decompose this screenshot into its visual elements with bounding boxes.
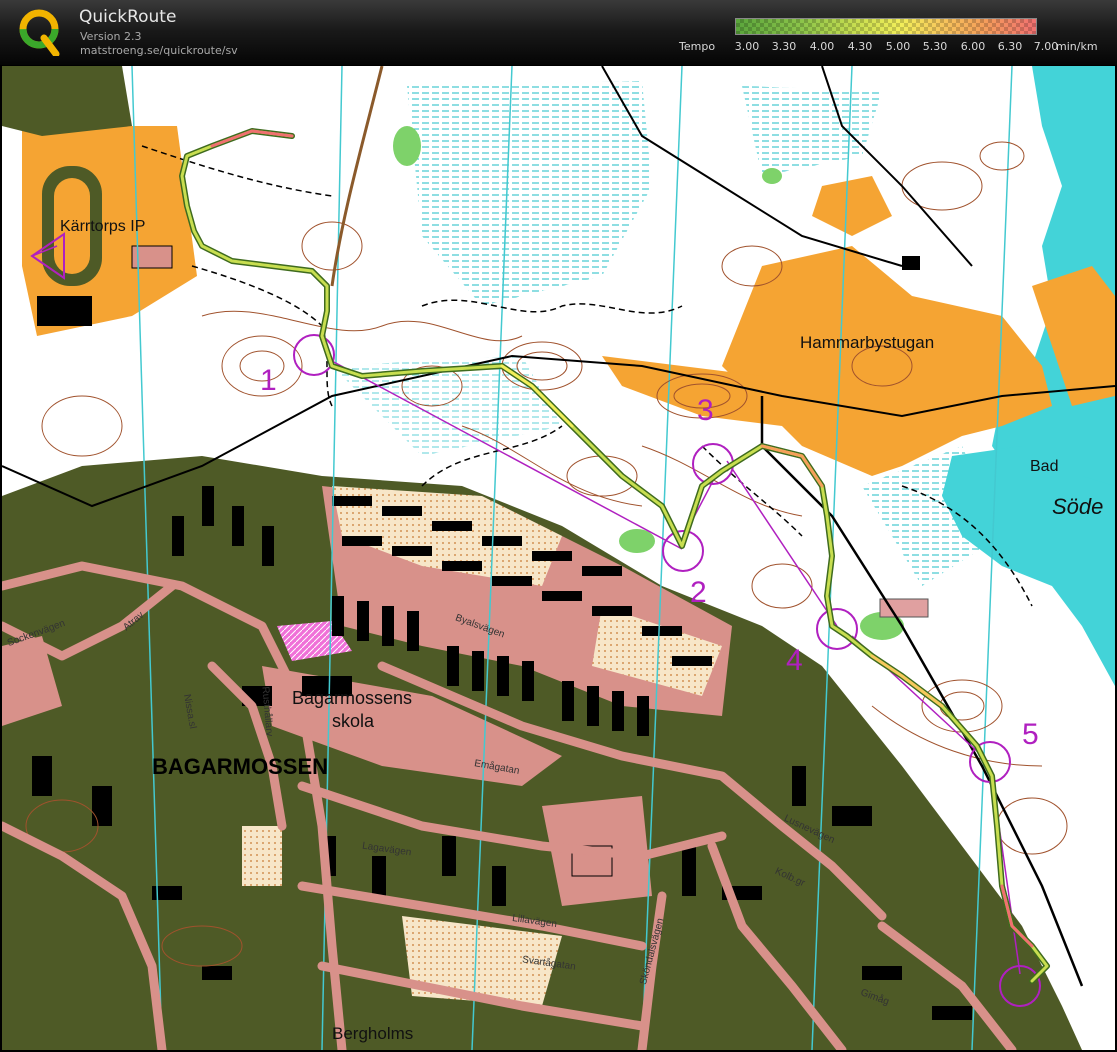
map-canvas bbox=[2, 66, 1115, 1050]
tempo-tick: 3.00 bbox=[734, 40, 760, 53]
tempo-unit: min/km bbox=[1056, 40, 1098, 53]
tempo-tick: 4.30 bbox=[847, 40, 873, 53]
building bbox=[37, 296, 92, 326]
tempo-legend: Tempo 3.00 3.30 4.00 4.30 5.00 5.30 6.00… bbox=[676, 18, 1116, 58]
place-name-bagarmossen: BAGARMOSSEN bbox=[152, 754, 329, 779]
control-number-2: 2 bbox=[690, 576, 707, 609]
app-version: Version 2.3 bbox=[80, 30, 142, 43]
sandy-area bbox=[242, 826, 282, 886]
app-header: QuickRoute Version 2.3 matstroeng.se/qui… bbox=[0, 0, 1117, 65]
place-name-sode: Söde bbox=[1052, 494, 1104, 519]
tempo-tick: 7.00 bbox=[1033, 40, 1059, 53]
tempo-tick: 5.30 bbox=[922, 40, 948, 53]
app-url[interactable]: matstroeng.se/quickroute/sv bbox=[80, 44, 238, 57]
vegetation bbox=[619, 529, 655, 553]
tempo-tick: 4.00 bbox=[809, 40, 835, 53]
place-name-bergholms: Bergholms bbox=[332, 1024, 414, 1043]
place-name-karrtorp: Kärrtorps IP bbox=[60, 218, 146, 235]
control-number-3: 3 bbox=[697, 394, 714, 427]
tempo-tick: 5.00 bbox=[885, 40, 911, 53]
tempo-label: Tempo bbox=[679, 40, 716, 53]
vegetation bbox=[393, 126, 421, 166]
control-number-4: 4 bbox=[786, 644, 803, 677]
app-title: QuickRoute bbox=[79, 7, 177, 27]
tempo-tick: 6.00 bbox=[960, 40, 986, 53]
place-name-skola: skola bbox=[332, 711, 375, 731]
urban-area bbox=[2, 66, 132, 136]
place-name-hammarbystugan: Hammarbystugan bbox=[800, 333, 935, 352]
quickroute-logo-icon bbox=[19, 9, 60, 56]
place-name-bad: Bad bbox=[1030, 458, 1059, 475]
control-number-1: 1 bbox=[260, 364, 277, 397]
control-number-5: 5 bbox=[1022, 718, 1039, 751]
place-name-bagarmossens: Bagarmossens bbox=[292, 688, 413, 708]
orienteering-map[interactable]: Kärrtorps IP Hammarbystugan Bad Söde BAG… bbox=[2, 66, 1115, 1050]
tempo-tick: 6.30 bbox=[997, 40, 1023, 53]
vegetation bbox=[762, 168, 782, 184]
tempo-tick: 3.30 bbox=[771, 40, 797, 53]
tempo-color-scale bbox=[735, 18, 1037, 35]
